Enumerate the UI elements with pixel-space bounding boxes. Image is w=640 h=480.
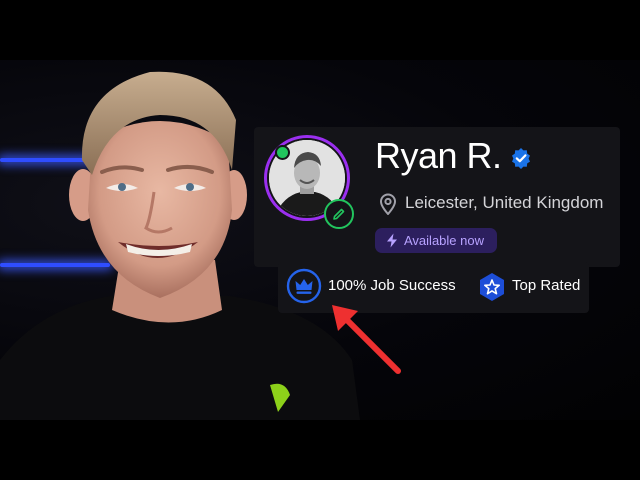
job-success-text: 100% Job Success <box>328 277 456 294</box>
profile-name: Ryan R. <box>375 135 502 176</box>
video-frame: Ryan R. Leicester, United Kingdom Availa… <box>0 0 640 480</box>
edit-photo-button[interactable] <box>324 199 354 229</box>
map-pin-icon <box>379 193 397 215</box>
letterbox-top <box>0 0 640 60</box>
crown-icon <box>286 268 322 304</box>
availability-label: Available now <box>404 233 484 248</box>
availability-badge[interactable]: Available now <box>375 228 497 253</box>
lightning-bolt-icon <box>387 233 397 248</box>
pencil-icon <box>333 208 345 220</box>
scene: Ryan R. Leicester, United Kingdom Availa… <box>0 60 640 420</box>
red-arrow-icon <box>332 305 401 374</box>
top-rated-text: Top Rated <box>512 277 581 294</box>
online-status-dot <box>275 145 290 160</box>
letterbox-bottom <box>0 420 640 480</box>
verified-check-icon <box>512 148 530 169</box>
star-badge-icon <box>480 273 504 301</box>
location-text: Leicester, United Kingdom <box>405 193 604 212</box>
avatar-container[interactable] <box>264 135 354 229</box>
profile-card: Ryan R. Leicester, United Kingdom Availa… <box>254 127 620 267</box>
